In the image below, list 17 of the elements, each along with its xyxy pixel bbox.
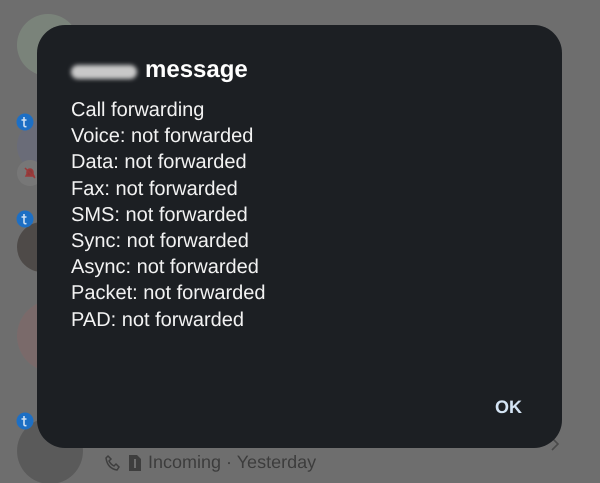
message-line: Async: not forwarded bbox=[71, 255, 260, 280]
badge-icon bbox=[16, 113, 34, 131]
redaction-blur bbox=[71, 65, 137, 79]
message-line: Packet: not forwarded bbox=[71, 281, 267, 306]
message-line: Sync: not forwarded bbox=[71, 229, 250, 254]
ok-button[interactable]: OK bbox=[487, 391, 530, 424]
message-line: Data: not forwarded bbox=[71, 150, 248, 176]
message-line: Fax: not forwarded bbox=[71, 176, 239, 202]
dialog-title: message bbox=[145, 55, 248, 85]
badge-icon bbox=[16, 412, 34, 430]
sim-icon bbox=[128, 454, 142, 472]
badge-icon bbox=[16, 210, 34, 228]
phone-icon bbox=[104, 454, 122, 472]
message-line: Call forwarding bbox=[71, 98, 206, 123]
message-line: SMS: not forwarded bbox=[71, 202, 249, 228]
message-line: Voice: not forwarded bbox=[71, 124, 254, 150]
message-line: PAD: not forwarded bbox=[71, 308, 246, 333]
